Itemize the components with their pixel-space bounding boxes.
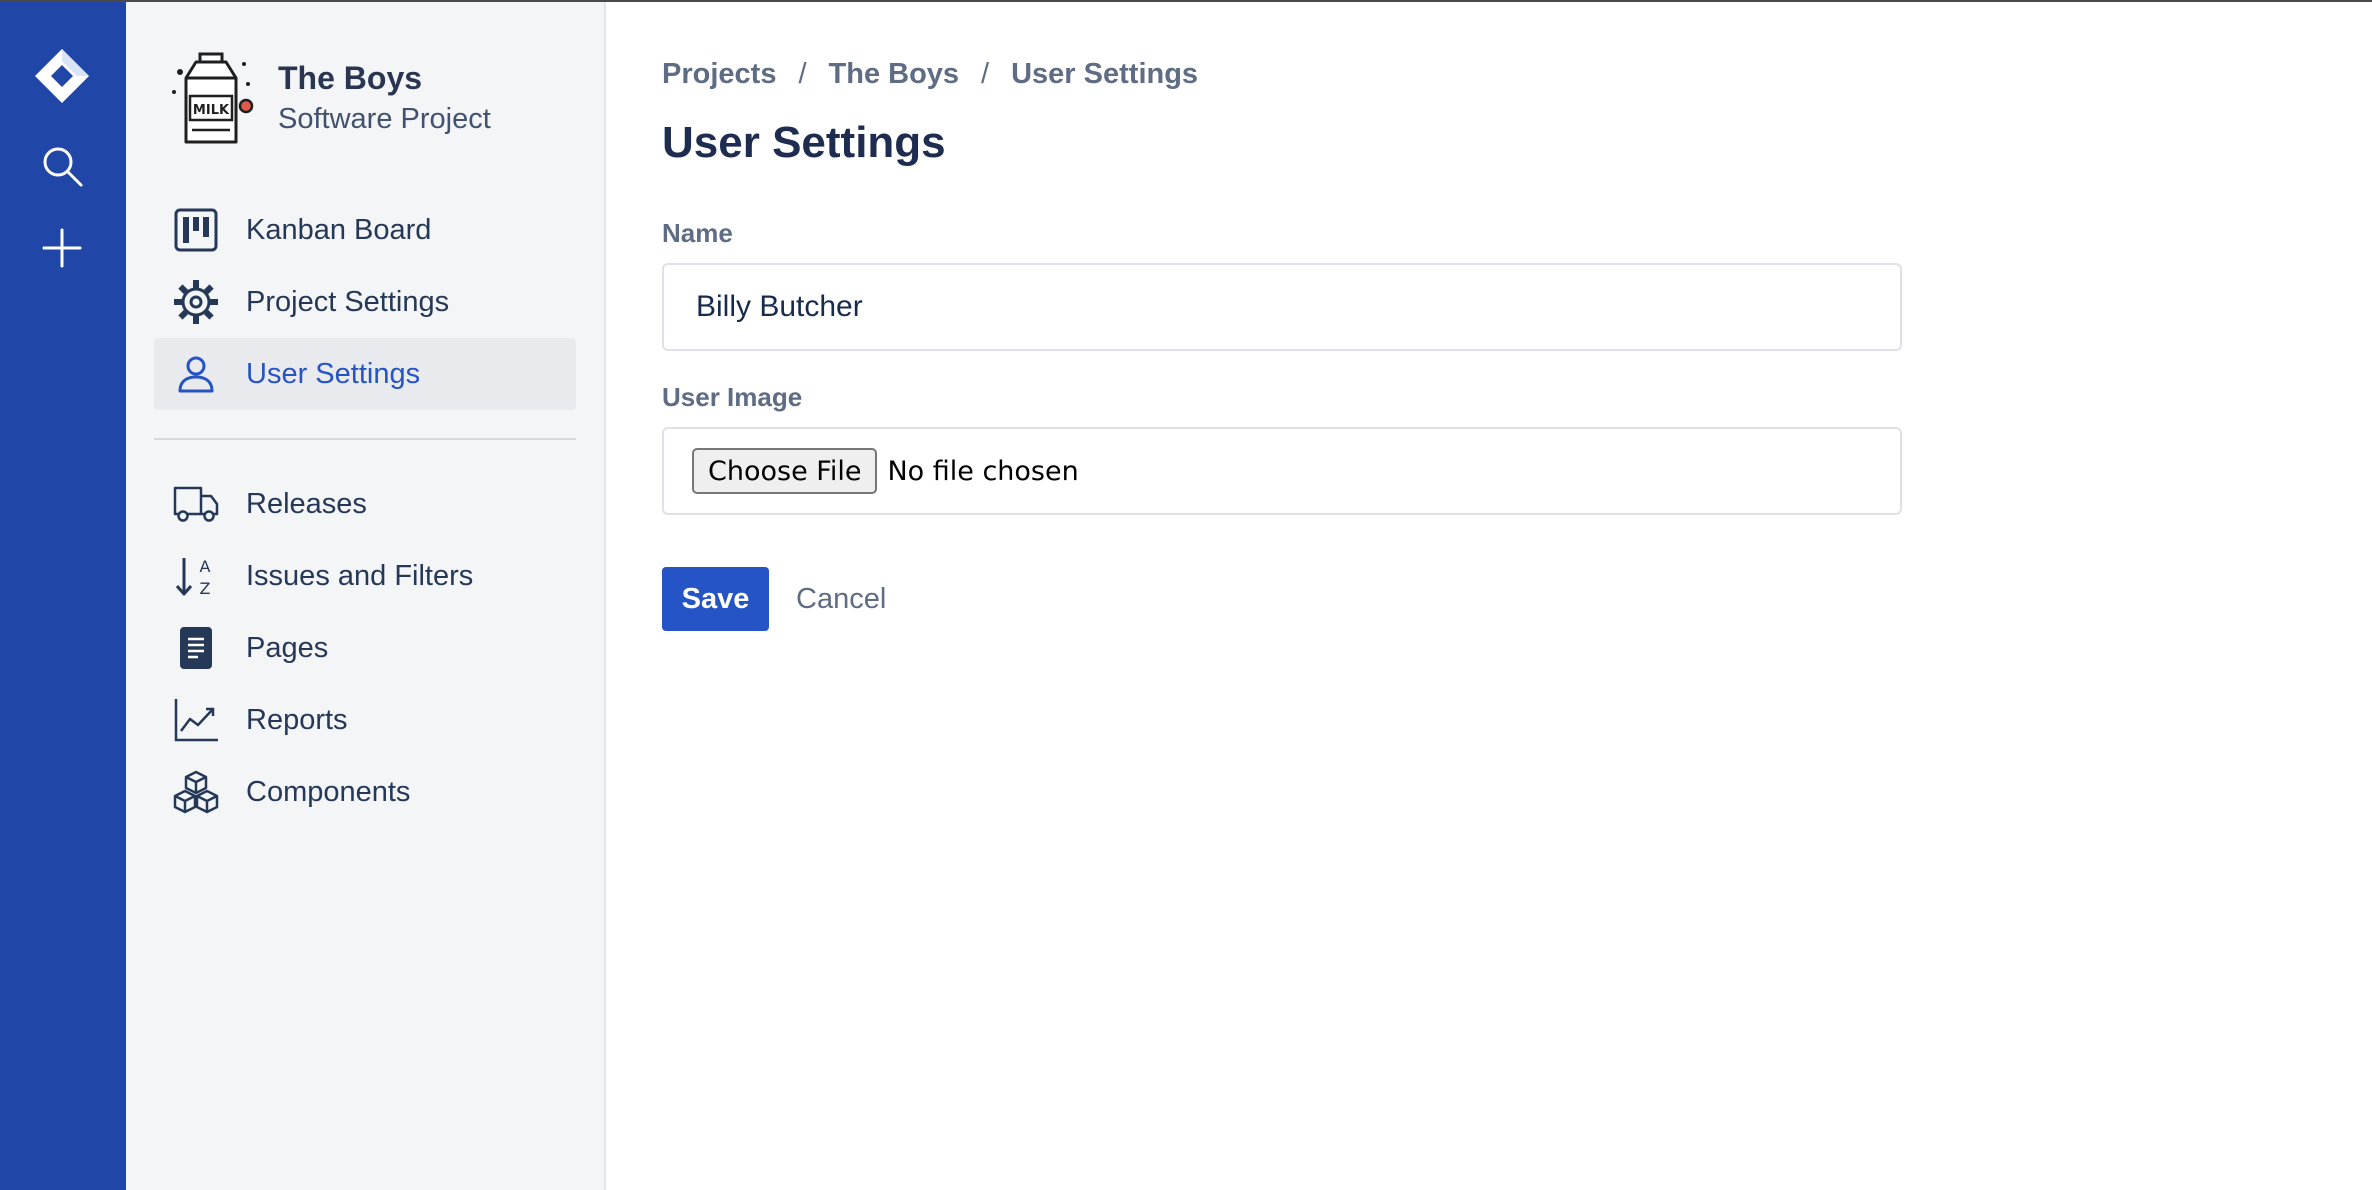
sidebar-item-pages[interactable]: Pages (154, 612, 576, 684)
sidebar-item-label: Kanban Board (246, 213, 432, 246)
project-title-group: The Boys Software Project (278, 57, 491, 139)
project-name: The Boys (278, 60, 423, 96)
breadcrumb-current[interactable]: User Settings (1011, 58, 1198, 91)
name-input[interactable] (662, 263, 1902, 351)
project-sidebar: MILK The Boys Software Project Kanban Bo… (126, 0, 606, 1190)
cancel-button[interactable]: Cancel (784, 567, 898, 631)
global-navigation (0, 0, 126, 1190)
board-icon (172, 206, 220, 254)
sidebar-item-label: Components (246, 775, 411, 808)
sidebar-secondary-nav: Releases A Z Issues and Filters Pages Re… (154, 468, 576, 828)
save-button[interactable]: Save (662, 567, 769, 631)
cubes-icon (172, 768, 220, 816)
sidebar-divider (154, 438, 576, 440)
project-header: MILK The Boys Software Project (166, 50, 491, 146)
sidebar-primary-nav: Kanban Board Project Settings User Setti… (154, 194, 576, 410)
svg-text:MILK: MILK (193, 103, 230, 118)
sidebar-item-label: Releases (246, 487, 367, 520)
gear-icon (172, 278, 220, 326)
breadcrumb-separator: / (798, 58, 807, 90)
user-image-label: User Image (662, 382, 803, 412)
chart-line-icon (172, 696, 220, 744)
choose-file-button[interactable]: Choose File (692, 448, 878, 494)
sidebar-item-user-settings[interactable]: User Settings (154, 338, 576, 410)
breadcrumb-project[interactable]: The Boys (829, 58, 960, 91)
sidebar-item-label: Pages (246, 631, 329, 664)
truck-icon (172, 480, 220, 528)
sidebar-item-label: User Settings (246, 357, 421, 390)
breadcrumb-separator: / (981, 58, 990, 90)
sidebar-item-reports[interactable]: Reports (154, 684, 576, 756)
milk-carton-icon: MILK (166, 50, 256, 146)
file-status-text: No file chosen (887, 455, 1079, 487)
sidebar-item-kanban-board[interactable]: Kanban Board (154, 194, 576, 266)
plus-icon[interactable] (28, 214, 96, 282)
sidebar-item-components[interactable]: Components (154, 756, 576, 828)
sidebar-item-label: Issues and Filters (246, 559, 474, 592)
name-label: Name (662, 218, 733, 248)
svg-text:A: A (200, 557, 211, 576)
project-type: Software Project (278, 103, 491, 135)
window-top-border (0, 0, 2372, 2)
page-title: User Settings (662, 118, 946, 167)
sort-az-icon: A Z (172, 552, 220, 600)
breadcrumb-projects[interactable]: Projects (662, 58, 776, 91)
sidebar-item-issues-and-filters[interactable]: A Z Issues and Filters (154, 540, 576, 612)
sidebar-item-label: Reports (246, 703, 348, 736)
user-icon (172, 350, 220, 398)
jira-diamond-icon[interactable] (28, 42, 96, 110)
sidebar-item-project-settings[interactable]: Project Settings (154, 266, 576, 338)
sidebar-item-releases[interactable]: Releases (154, 468, 576, 540)
svg-text:Z: Z (200, 579, 211, 598)
breadcrumb: Projects / The Boys / User Settings (662, 58, 1198, 91)
sidebar-item-label: Project Settings (246, 285, 450, 318)
user-image-file-input: Choose File No file chosen (662, 427, 1902, 515)
page-icon (172, 624, 220, 672)
search-icon[interactable] (28, 132, 96, 200)
